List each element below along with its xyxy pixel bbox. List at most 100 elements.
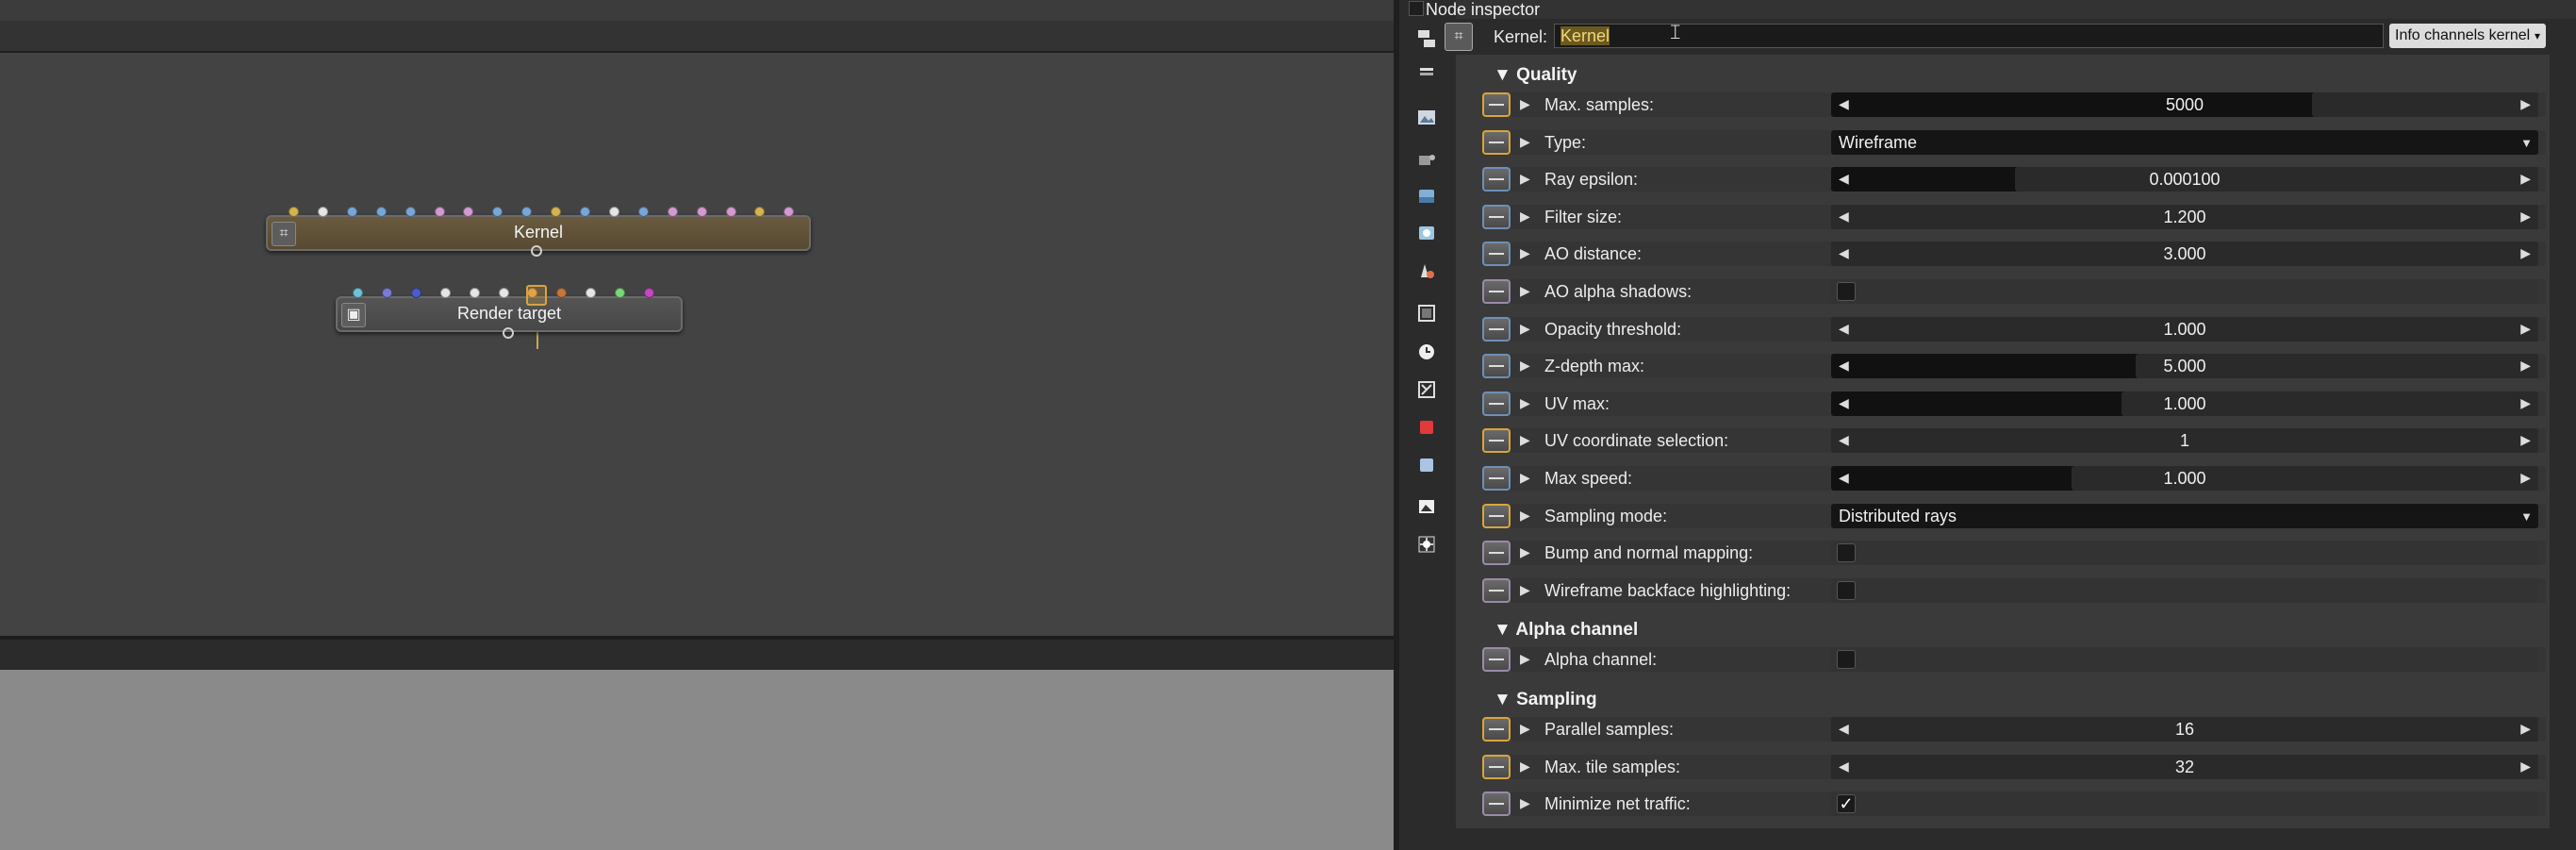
- input-pin[interactable]: [317, 207, 328, 217]
- pin-toggle-button[interactable]: [1482, 129, 1511, 155]
- render-viewport[interactable]: [0, 670, 1394, 850]
- pin-toggle-button[interactable]: [1482, 391, 1511, 416]
- expand-arrow-icon[interactable]: ▶: [1520, 96, 1530, 112]
- pin-toggle-button[interactable]: [1482, 204, 1511, 229]
- pin-toggle-button[interactable]: [1482, 541, 1511, 566]
- input-pin[interactable]: [556, 288, 568, 298]
- parameter-slider[interactable]: ◀ 3.000 ▶: [1831, 242, 2538, 267]
- input-pin[interactable]: [521, 207, 533, 217]
- time-icon[interactable]: [1411, 338, 1443, 366]
- parameter-slider[interactable]: ◀ 1.000 ▶: [1831, 391, 2538, 416]
- increment-arrow-icon[interactable]: ▶: [2520, 358, 2531, 374]
- image-icon[interactable]: [1411, 492, 1443, 521]
- layers-icon[interactable]: [1411, 58, 1443, 87]
- pin-toggle-button[interactable]: [1482, 503, 1511, 528]
- expand-arrow-icon[interactable]: ▶: [1520, 395, 1530, 411]
- input-pin[interactable]: [586, 288, 597, 298]
- parameter-checkbox[interactable]: [1837, 650, 1856, 669]
- pin-toggle-button[interactable]: [1482, 754, 1511, 779]
- input-pin[interactable]: [289, 207, 299, 217]
- parameter-slider[interactable]: ◀ 5.000 ▶: [1831, 354, 2538, 379]
- input-pin[interactable]: [754, 207, 766, 217]
- input-pin[interactable]: [434, 207, 445, 217]
- parameter-dropdown[interactable]: Distributed rays ▼: [1831, 503, 2538, 528]
- expand-arrow-icon[interactable]: ▶: [1520, 795, 1530, 811]
- input-pin[interactable]: [463, 207, 474, 217]
- render-target-output-pin[interactable]: [503, 327, 514, 339]
- parameter-checkbox[interactable]: [1837, 543, 1856, 563]
- expand-arrow-icon[interactable]: ▶: [1520, 508, 1530, 524]
- geometry-icon[interactable]: [1411, 219, 1443, 247]
- kernel-output-pin[interactable]: [531, 245, 542, 257]
- input-pin[interactable]: [492, 207, 504, 217]
- input-pin[interactable]: [580, 207, 590, 217]
- node-graph-icon[interactable]: [1411, 25, 1443, 53]
- expand-arrow-icon[interactable]: ▶: [1520, 134, 1530, 150]
- camera-icon[interactable]: [1411, 146, 1443, 175]
- parameter-slider[interactable]: ◀ 1.000 ▶: [1831, 316, 2538, 342]
- input-pin[interactable]: [551, 207, 562, 217]
- pin-toggle-button[interactable]: [1482, 354, 1511, 379]
- input-pin[interactable]: [346, 207, 357, 217]
- parameter-checkbox[interactable]: ✓: [1837, 794, 1856, 814]
- expand-arrow-icon[interactable]: ▶: [1520, 321, 1530, 337]
- parameter-slider[interactable]: ◀ 1 ▶: [1831, 428, 2538, 454]
- kernel-icon[interactable]: [1411, 375, 1443, 404]
- input-pin[interactable]: [615, 288, 626, 298]
- expand-arrow-icon[interactable]: ▶: [1520, 432, 1530, 448]
- red-cube-icon[interactable]: [1411, 413, 1443, 442]
- pin-toggle-button[interactable]: [1482, 92, 1511, 117]
- expand-arrow-icon[interactable]: ▶: [1520, 171, 1530, 187]
- increment-arrow-icon[interactable]: ▶: [2520, 721, 2531, 737]
- pin-toggle-button[interactable]: [1482, 466, 1511, 491]
- input-pin[interactable]: [405, 207, 416, 217]
- parameter-slider[interactable]: ◀ 5000 ▶: [1831, 92, 2538, 117]
- input-pin[interactable]: [696, 207, 707, 217]
- graph-divider[interactable]: [0, 636, 1394, 670]
- input-pin[interactable]: [381, 288, 392, 298]
- input-pin[interactable]: [644, 288, 654, 298]
- increment-arrow-icon[interactable]: ▶: [2520, 96, 2531, 112]
- parameter-checkbox[interactable]: [1837, 580, 1856, 600]
- input-pin[interactable]: [375, 207, 387, 217]
- increment-arrow-icon[interactable]: ▶: [2520, 470, 2531, 486]
- increment-arrow-icon[interactable]: ▶: [2520, 208, 2531, 225]
- increment-arrow-icon[interactable]: ▶: [2520, 245, 2531, 261]
- texture-icon[interactable]: [1411, 299, 1443, 327]
- pin-toggle-button[interactable]: [1482, 242, 1511, 267]
- blue-cube-icon[interactable]: [1411, 451, 1443, 479]
- parameter-slider[interactable]: ◀ 1.200 ▶: [1831, 204, 2538, 229]
- input-pin[interactable]: [469, 288, 480, 298]
- expand-arrow-icon[interactable]: ▶: [1520, 208, 1530, 225]
- input-pin[interactable]: [439, 288, 451, 298]
- node-graph-canvas[interactable]: [0, 53, 1394, 636]
- parameter-checkbox[interactable]: [1837, 282, 1856, 301]
- expand-arrow-icon[interactable]: ▶: [1520, 245, 1530, 261]
- input-pin[interactable]: [667, 207, 678, 217]
- input-pin[interactable]: [353, 288, 363, 298]
- pin-toggle-button[interactable]: [1482, 167, 1511, 192]
- section-header[interactable]: ▼ Quality: [1494, 62, 1577, 89]
- input-pin[interactable]: [725, 207, 736, 217]
- inspector-toggle-checkbox[interactable]: [1409, 1, 1424, 16]
- pin-toggle-button[interactable]: [1482, 792, 1511, 817]
- environment-icon[interactable]: [1411, 182, 1443, 210]
- kernel-type-dropdown[interactable]: Info channels kernel ▾: [2389, 24, 2546, 48]
- increment-arrow-icon[interactable]: ▶: [2520, 432, 2531, 448]
- section-header[interactable]: ▼ Sampling: [1494, 687, 1597, 713]
- increment-arrow-icon[interactable]: ▶: [2520, 395, 2531, 411]
- parameter-slider[interactable]: ◀ 32 ▶: [1831, 754, 2538, 779]
- increment-arrow-icon[interactable]: ▶: [2520, 758, 2531, 775]
- input-pin[interactable]: [410, 288, 421, 298]
- input-pin[interactable]: [637, 207, 649, 217]
- link-connector[interactable]: [526, 285, 547, 306]
- material-icon[interactable]: [1411, 257, 1443, 285]
- section-header[interactable]: ▼ Alpha channel: [1494, 617, 1638, 643]
- pin-toggle-button[interactable]: [1482, 717, 1511, 742]
- expand-arrow-icon[interactable]: ▶: [1520, 544, 1530, 560]
- expand-arrow-icon[interactable]: ▶: [1520, 651, 1530, 667]
- expand-arrow-icon[interactable]: ▶: [1520, 283, 1530, 299]
- pin-toggle-button[interactable]: [1482, 647, 1511, 672]
- input-pin[interactable]: [498, 288, 509, 298]
- expand-arrow-icon[interactable]: ▶: [1520, 721, 1530, 737]
